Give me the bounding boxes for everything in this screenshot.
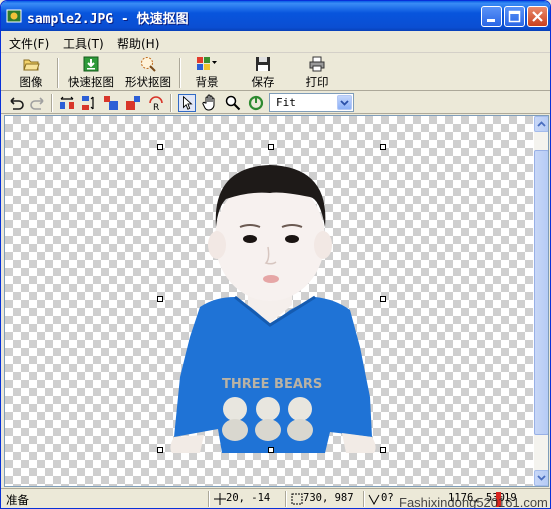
scroll-thumb[interactable] bbox=[534, 150, 548, 435]
quick-cutout-button[interactable]: 快速抠图 bbox=[63, 55, 119, 90]
resize-handle-bottom-right[interactable] bbox=[380, 447, 386, 453]
flip-horizontal-icon[interactable] bbox=[58, 94, 76, 112]
resize-handle-top-left[interactable] bbox=[157, 144, 163, 150]
maximize-icon bbox=[508, 10, 521, 23]
toolbar-separator bbox=[179, 58, 181, 88]
status-cursor-position: 20, -14 bbox=[226, 492, 271, 504]
status-separator bbox=[363, 491, 365, 507]
quick-cutout-icon bbox=[83, 56, 99, 72]
window-title: sample2.JPG - 快速抠图 bbox=[27, 12, 189, 27]
chevron-down-icon bbox=[537, 475, 546, 481]
resize-handle-right[interactable] bbox=[380, 296, 386, 302]
chevron-up-icon bbox=[537, 121, 546, 127]
resize-handle-bottom-left[interactable] bbox=[157, 447, 163, 453]
zoom-select[interactable]: Fit bbox=[269, 93, 354, 112]
image-canvas-frame: THREE BEARS bbox=[4, 115, 549, 487]
resize-handle-top-right[interactable] bbox=[380, 144, 386, 150]
menu-bar: 文件(F) 工具(T) 帮助(H) bbox=[1, 33, 550, 53]
undo-icon[interactable] bbox=[7, 94, 25, 112]
zoom-value: Fit bbox=[276, 96, 296, 109]
open-folder-icon bbox=[23, 59, 40, 71]
cutout-photo-boy[interactable]: THREE BEARS bbox=[160, 147, 386, 453]
resize-handle-top[interactable] bbox=[268, 144, 274, 150]
image-size-icon bbox=[291, 493, 303, 505]
svg-text:THREE BEARS: THREE BEARS bbox=[222, 377, 322, 392]
floppy-disk-icon bbox=[256, 57, 270, 71]
toolbar-separator bbox=[170, 94, 172, 112]
scroll-down-button[interactable] bbox=[534, 470, 548, 486]
print-button[interactable]: 打印 bbox=[301, 55, 333, 90]
status-image-size: 730, 987 bbox=[303, 492, 354, 504]
minimize-button[interactable] bbox=[481, 6, 502, 27]
toolbar-separator bbox=[57, 58, 59, 88]
scroll-up-button[interactable] bbox=[534, 116, 548, 132]
status-bar: 准备 20, -14 730, 987 0? 1176, 530 19 Fash… bbox=[1, 488, 550, 509]
background-palette-icon bbox=[197, 57, 217, 70]
menu-tools[interactable]: 工具(T) bbox=[63, 35, 104, 52]
status-angle: 0? bbox=[381, 492, 394, 504]
image-button-label: 图像 bbox=[19, 75, 43, 89]
background-label: 背景 bbox=[195, 75, 219, 89]
status-separator bbox=[285, 491, 287, 507]
menu-help[interactable]: 帮助(H) bbox=[117, 35, 159, 52]
quick-cutout-label: 快速抠图 bbox=[68, 75, 114, 89]
printer-icon bbox=[309, 56, 325, 72]
app-window: sample2.JPG - 快速抠图 文件(F) 工具(T) 帮助(H) 图像 … bbox=[0, 0, 551, 509]
shape-cutout-label: 形状抠图 bbox=[125, 75, 171, 89]
transparent-canvas[interactable]: THREE BEARS bbox=[5, 116, 533, 486]
crosshair-icon bbox=[214, 493, 226, 505]
rotate-right-icon[interactable] bbox=[124, 94, 142, 112]
maximize-button[interactable] bbox=[504, 6, 525, 27]
close-icon bbox=[532, 11, 543, 22]
refresh-icon[interactable] bbox=[247, 94, 265, 112]
main-toolbar: 图像 快速抠图 形状抠图 背景 保存 打印 bbox=[1, 54, 550, 91]
background-button[interactable]: 背景 bbox=[189, 55, 225, 90]
toolbar-separator bbox=[51, 94, 53, 112]
app-icon bbox=[6, 9, 22, 23]
rotate-free-icon[interactable]: R bbox=[147, 94, 165, 112]
flip-vertical-icon[interactable] bbox=[80, 94, 98, 112]
rotate-left-icon[interactable] bbox=[102, 94, 120, 112]
edit-toolbar: R Fit bbox=[1, 92, 550, 114]
status-ready: 准备 bbox=[6, 493, 29, 507]
resize-handle-left[interactable] bbox=[157, 296, 163, 302]
zoom-icon[interactable] bbox=[224, 94, 242, 112]
menu-file[interactable]: 文件(F) bbox=[9, 35, 49, 52]
minimize-icon bbox=[487, 19, 495, 22]
vertical-scrollbar[interactable] bbox=[534, 116, 548, 486]
save-button[interactable]: 保存 bbox=[247, 55, 279, 90]
title-bar[interactable]: sample2.JPG - 快速抠图 bbox=[1, 1, 550, 31]
svg-text:R: R bbox=[153, 103, 159, 112]
image-button[interactable]: 图像 bbox=[13, 55, 49, 90]
angle-icon bbox=[368, 494, 380, 505]
print-label: 打印 bbox=[305, 75, 329, 89]
status-separator bbox=[208, 491, 210, 507]
close-button[interactable] bbox=[527, 6, 548, 27]
pointer-icon[interactable] bbox=[178, 94, 196, 112]
save-label: 保存 bbox=[251, 75, 275, 89]
hand-icon[interactable] bbox=[201, 94, 219, 112]
shape-cutout-button[interactable]: 形状抠图 bbox=[120, 55, 176, 90]
resize-handle-bottom[interactable] bbox=[268, 447, 274, 453]
redo-icon[interactable] bbox=[29, 94, 47, 112]
shape-cutout-icon bbox=[141, 57, 156, 72]
chevron-down-icon[interactable] bbox=[337, 95, 352, 110]
watermark-text: Fashixindong520161.com bbox=[399, 495, 548, 509]
